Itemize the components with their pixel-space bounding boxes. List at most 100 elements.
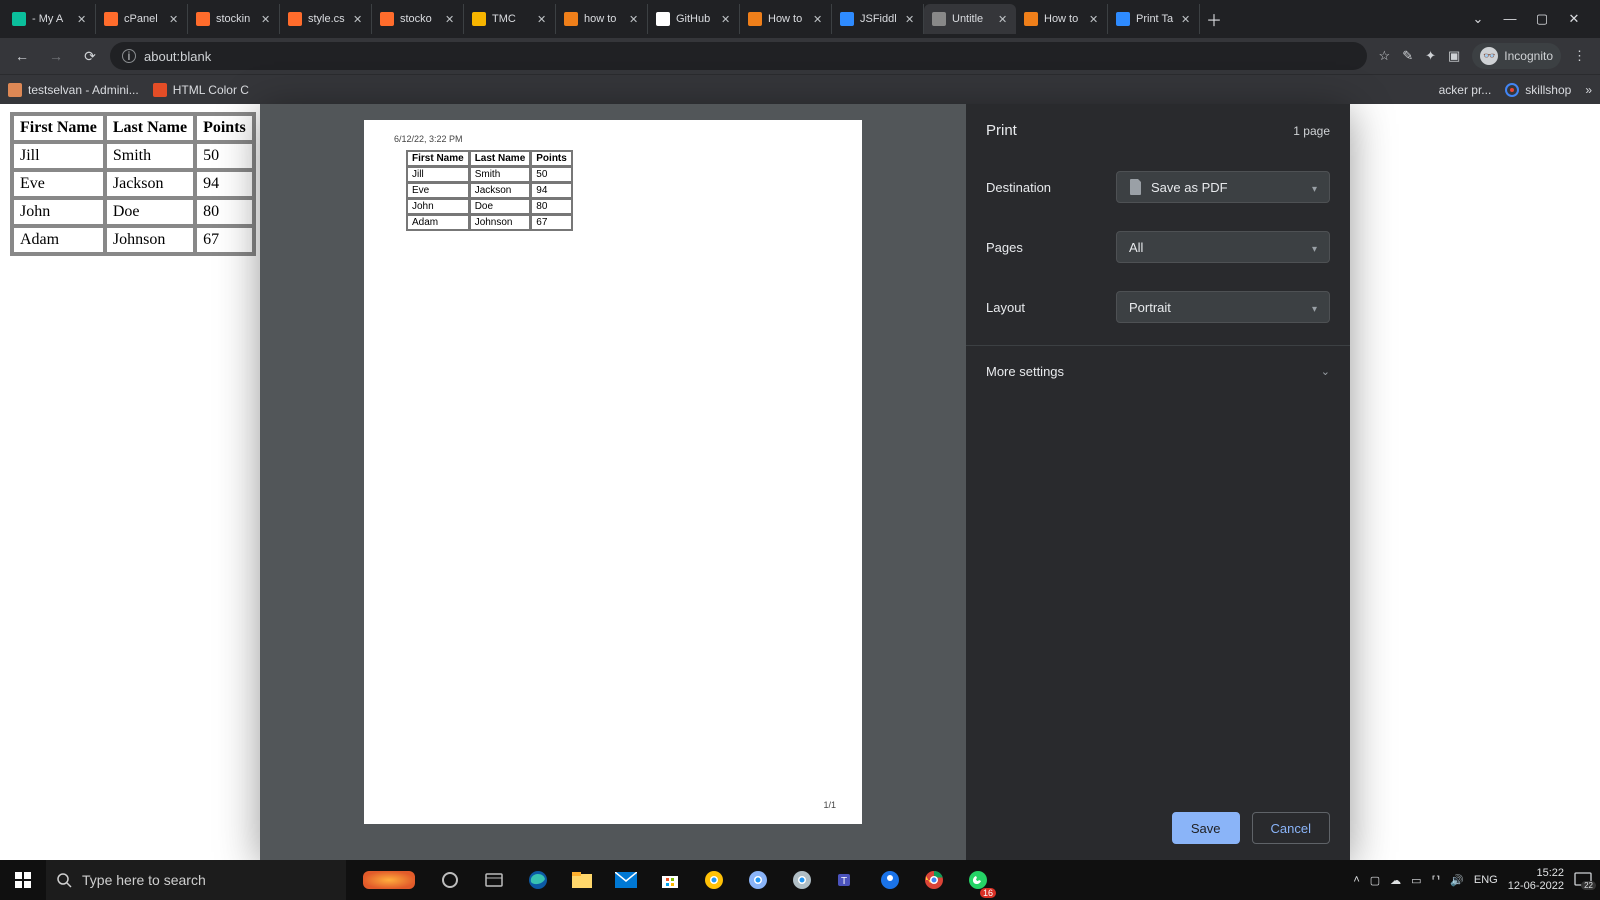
browser-tab[interactable]: GitHub ✕ xyxy=(648,4,740,34)
tab-label: Print Ta xyxy=(1136,13,1175,25)
table-cell: 50 xyxy=(196,143,253,169)
tab-close-icon[interactable]: ✕ xyxy=(998,13,1008,26)
browser-tab[interactable]: TMC ✕ xyxy=(464,4,556,34)
save-button[interactable]: Save xyxy=(1172,812,1240,844)
browser-tab[interactable]: how to ✕ xyxy=(556,4,648,34)
language-indicator[interactable]: ENG xyxy=(1474,874,1498,886)
chrome-icon[interactable] xyxy=(916,862,952,898)
browser-tab[interactable]: Print Ta ✕ xyxy=(1108,4,1200,34)
bookmark-item[interactable]: testselvan - Admini... xyxy=(8,83,139,97)
browser-tab[interactable]: JSFiddl ✕ xyxy=(832,4,924,34)
cancel-button[interactable]: Cancel xyxy=(1252,812,1330,844)
tab-close-icon[interactable]: ✕ xyxy=(169,13,179,26)
table-header: Last Name xyxy=(106,115,194,141)
browser-tab[interactable]: cPanel ✕ xyxy=(96,4,188,34)
print-title: Print xyxy=(986,122,1017,139)
table-row: AdamJohnson67 xyxy=(407,215,572,230)
taskbar-clock[interactable]: 15:22 12-06-2022 xyxy=(1508,867,1564,893)
file-explorer-icon[interactable] xyxy=(564,862,600,898)
bookmark-item[interactable]: acker pr... xyxy=(1439,83,1492,97)
tab-label: GitHub xyxy=(676,13,715,25)
chevron-down-icon: ⌄ xyxy=(1321,365,1330,378)
tab-favicon xyxy=(1024,12,1038,26)
bookmark-star-icon[interactable]: ☆ xyxy=(1379,48,1391,64)
table-cell: Jill xyxy=(407,167,469,182)
tab-close-icon[interactable]: ✕ xyxy=(1181,13,1191,26)
browser-tab[interactable]: stockin ✕ xyxy=(188,4,280,34)
print-preview-area[interactable]: 6/12/22, 3:22 PM First NameLast NamePoin… xyxy=(260,104,966,860)
tab-close-icon[interactable]: ✕ xyxy=(445,13,455,26)
destination-select[interactable]: Save as PDF xyxy=(1116,171,1330,203)
taskbar-search[interactable]: Type here to search xyxy=(46,860,346,900)
tab-close-icon[interactable]: ✕ xyxy=(721,13,731,26)
side-panel-icon[interactable]: ▣ xyxy=(1448,48,1460,64)
onedrive-icon[interactable]: ☁ xyxy=(1390,874,1401,887)
cortana-icon[interactable] xyxy=(432,862,468,898)
layout-select[interactable]: Portrait xyxy=(1116,291,1330,323)
tab-close-icon[interactable]: ✕ xyxy=(1089,13,1099,26)
chrome-dev-icon[interactable] xyxy=(784,862,820,898)
new-tab-button[interactable]: ＋ xyxy=(1200,7,1228,31)
tab-close-icon[interactable]: ✕ xyxy=(77,13,87,26)
mail-icon[interactable] xyxy=(608,862,644,898)
preview-page-number: 1/1 xyxy=(823,800,836,810)
bookmark-item[interactable]: HTML Color C xyxy=(153,83,249,97)
taskbar-weather-widget[interactable] xyxy=(354,862,424,898)
url-input[interactable]: i about:blank xyxy=(110,42,1367,70)
forward-button[interactable]: → xyxy=(42,42,70,70)
preview-data-table: First NameLast NamePointsJillSmith50EveJ… xyxy=(406,150,573,231)
back-button[interactable]: ← xyxy=(8,42,36,70)
whatsapp-icon[interactable]: 16 xyxy=(960,862,996,898)
table-cell: 67 xyxy=(196,227,253,253)
close-window-icon[interactable]: ✕ xyxy=(1566,11,1582,27)
task-view-icon[interactable] xyxy=(476,862,512,898)
tray-overflow-icon[interactable]: ˄ xyxy=(1353,874,1359,886)
start-button[interactable] xyxy=(0,872,46,888)
tab-close-icon[interactable]: ✕ xyxy=(629,13,639,26)
edge-icon[interactable] xyxy=(520,862,556,898)
print-dialog: 6/12/22, 3:22 PM First NameLast NamePoin… xyxy=(260,104,1350,860)
chrome-beta-icon[interactable] xyxy=(740,862,776,898)
kebab-menu-icon[interactable]: ⋮ xyxy=(1573,48,1586,64)
pages-select[interactable]: All xyxy=(1116,231,1330,263)
table-cell: Jackson xyxy=(106,171,194,197)
browser-tab[interactable]: stocko ✕ xyxy=(372,4,464,34)
volume-icon[interactable]: 🔊 xyxy=(1450,874,1464,887)
store-icon[interactable] xyxy=(652,862,688,898)
more-settings-toggle[interactable]: More settings ⌄ xyxy=(966,345,1350,397)
browser-tab[interactable]: How to ✕ xyxy=(740,4,832,34)
table-cell: 50 xyxy=(531,167,572,182)
bookmark-favicon xyxy=(8,83,22,97)
extensions-icon[interactable]: ✦ xyxy=(1425,48,1436,64)
tab-close-icon[interactable]: ✕ xyxy=(261,13,271,26)
table-cell: John xyxy=(13,199,104,225)
site-info-icon[interactable]: i xyxy=(122,49,136,63)
browser-tab[interactable]: - My A ✕ xyxy=(4,4,96,34)
tab-label: stockin xyxy=(216,13,255,25)
tab-close-icon[interactable]: ✕ xyxy=(537,13,547,26)
table-cell: 80 xyxy=(196,199,253,225)
edit-icon[interactable]: ✎ xyxy=(1402,48,1413,64)
bookmark-item[interactable]: skillshop xyxy=(1505,83,1571,97)
wifi-icon[interactable]: ⸢⸣ xyxy=(1432,874,1441,887)
battery-icon[interactable]: ▭ xyxy=(1411,874,1421,887)
minimize-icon[interactable]: — xyxy=(1502,11,1518,27)
tab-close-icon[interactable]: ✕ xyxy=(905,13,915,26)
meet-now-icon[interactable]: ▢ xyxy=(1370,874,1380,887)
destination-label: Destination xyxy=(986,180,1116,195)
tab-label: - My A xyxy=(32,13,71,25)
browser-tab[interactable]: How to ✕ xyxy=(1016,4,1108,34)
maps-icon[interactable] xyxy=(872,862,908,898)
reload-button[interactable]: ⟳ xyxy=(76,42,104,70)
chrome-canary-icon[interactable] xyxy=(696,862,732,898)
tab-close-icon[interactable]: ✕ xyxy=(353,13,363,26)
teams-icon[interactable]: T xyxy=(828,862,864,898)
maximize-icon[interactable]: ▢ xyxy=(1534,11,1550,27)
bookmark-overflow-icon[interactable]: » xyxy=(1585,83,1592,97)
dropdown-icon[interactable]: ⌄ xyxy=(1470,11,1486,27)
notifications-icon[interactable]: 22 xyxy=(1574,872,1592,888)
browser-tab[interactable]: style.cs ✕ xyxy=(280,4,372,34)
browser-tab[interactable]: Untitle ✕ xyxy=(924,4,1016,34)
tab-favicon xyxy=(932,12,946,26)
tab-close-icon[interactable]: ✕ xyxy=(813,13,823,26)
